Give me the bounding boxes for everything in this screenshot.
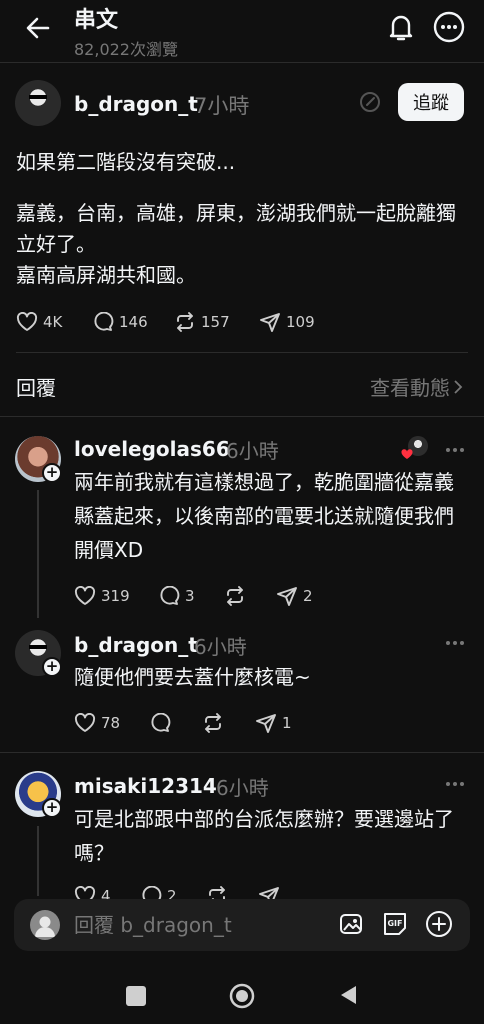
comment-author-username[interactable]: misaki12314	[74, 774, 217, 798]
comment-icon	[149, 713, 171, 733]
thread-line	[37, 826, 39, 896]
comment-count: 3	[185, 587, 195, 605]
system-nav-bar	[0, 962, 484, 1024]
more-options-icon[interactable]	[442, 774, 468, 794]
comment-icon	[92, 312, 114, 332]
repost-icon	[224, 586, 246, 606]
post-timestamp: 7小時	[194, 94, 250, 118]
reply-composer: GIF	[14, 899, 470, 951]
share-count: 1	[282, 714, 292, 732]
repost-count: 157	[201, 313, 230, 331]
repost-icon	[202, 713, 224, 733]
repost-button[interactable]: 157	[174, 312, 230, 332]
follow-button[interactable]: 追蹤	[398, 83, 464, 121]
follow-plus-icon[interactable]: +	[42, 463, 62, 483]
reply-input[interactable]	[74, 911, 274, 939]
image-icon[interactable]	[338, 910, 366, 938]
comment-count: 146	[119, 313, 148, 331]
repost-button[interactable]	[224, 586, 251, 606]
share-count: 109	[286, 313, 315, 331]
heart-icon	[74, 713, 96, 733]
comment-text: 兩年前我就有這樣想過了，乾脆圍牆從嘉義縣蓋起來，以後南部的電要北送就隨便我們開價…	[74, 470, 454, 562]
more-options-icon[interactable]	[432, 10, 466, 44]
repost-button[interactable]	[202, 713, 229, 733]
chevron-right-icon	[450, 378, 464, 396]
view-activity-link[interactable]: 查看動態	[370, 372, 464, 401]
header-divider	[0, 62, 484, 63]
replies-label: 回覆	[16, 376, 56, 400]
comment-icon	[158, 586, 180, 606]
thread-line	[37, 490, 39, 618]
share-button[interactable]: 1	[255, 713, 292, 733]
send-icon	[255, 713, 277, 733]
like-count: 78	[101, 714, 121, 732]
back-triangle-icon[interactable]	[338, 984, 358, 1006]
post-author-username[interactable]: b_dragon_t	[74, 92, 198, 116]
comment-timestamp: 6小時	[194, 635, 247, 659]
post-text-line: 嘉南高屏湖共和國。	[16, 263, 196, 287]
share-button[interactable]: 109	[259, 312, 315, 332]
heart-icon	[74, 586, 96, 606]
follow-plus-icon[interactable]: +	[42, 657, 62, 677]
comment-text: 可是北部跟中部的台派怎麼辦？要選邊站了嗎？	[74, 807, 454, 865]
comment-author-username[interactable]: b_dragon_t	[74, 633, 198, 657]
current-user-avatar	[30, 910, 60, 940]
send-icon	[259, 312, 281, 332]
comment-author-username[interactable]: lovelegolas66	[74, 437, 230, 461]
comment-text: 隨便他們要去蓋什麼核電~	[74, 665, 311, 689]
comment-timestamp: 6小時	[226, 439, 279, 463]
follow-plus-icon[interactable]: +	[42, 798, 62, 818]
divider	[0, 752, 484, 753]
repost-icon	[174, 312, 196, 332]
post-text-paragraph: 嘉義，台南，高雄，屏東，澎湖我們就一起脫離獨立好了。 嘉南高屏湖共和國。	[16, 198, 466, 291]
edit-icon	[358, 90, 382, 114]
comment-button[interactable]	[149, 713, 176, 733]
add-circle-icon[interactable]	[425, 910, 453, 938]
gif-icon[interactable]: GIF	[380, 910, 410, 938]
view-activity-label: 查看動態	[370, 376, 450, 400]
post-author-avatar[interactable]	[15, 80, 61, 126]
page-title: 串文	[74, 8, 119, 33]
home-circle-icon[interactable]	[229, 983, 255, 1009]
header: 串文 82,022次瀏覽	[0, 0, 484, 59]
heart-icon	[16, 312, 38, 332]
more-options-icon[interactable]	[442, 440, 468, 460]
post-text-line: 嘉義，台南，高雄，屏東，澎湖我們就一起脫離獨立好了。	[16, 201, 456, 256]
svg-text:GIF: GIF	[387, 919, 402, 928]
share-count: 2	[303, 587, 313, 605]
comment-timestamp: 6小時	[216, 776, 269, 800]
post-text-paragraph: 如果第二階段沒有突破...	[16, 150, 236, 174]
view-count: 82,022次瀏覽	[74, 40, 178, 59]
like-count: 4K	[43, 313, 63, 331]
like-count: 319	[101, 587, 130, 605]
send-icon	[276, 586, 298, 606]
comment-button[interactable]: 146	[92, 312, 148, 332]
divider	[16, 352, 468, 353]
divider	[0, 416, 484, 417]
like-button[interactable]: 78	[74, 713, 120, 733]
more-options-icon[interactable]	[442, 633, 468, 653]
like-button[interactable]: 4K	[16, 312, 62, 332]
bell-icon[interactable]	[384, 10, 418, 44]
comment-button[interactable]: 3	[158, 586, 195, 606]
like-button[interactable]: 319	[74, 586, 130, 606]
recents-square-icon[interactable]	[126, 986, 146, 1006]
heart-icon	[401, 449, 413, 460]
back-arrow-icon[interactable]	[22, 12, 54, 44]
share-button[interactable]: 2	[276, 586, 313, 606]
